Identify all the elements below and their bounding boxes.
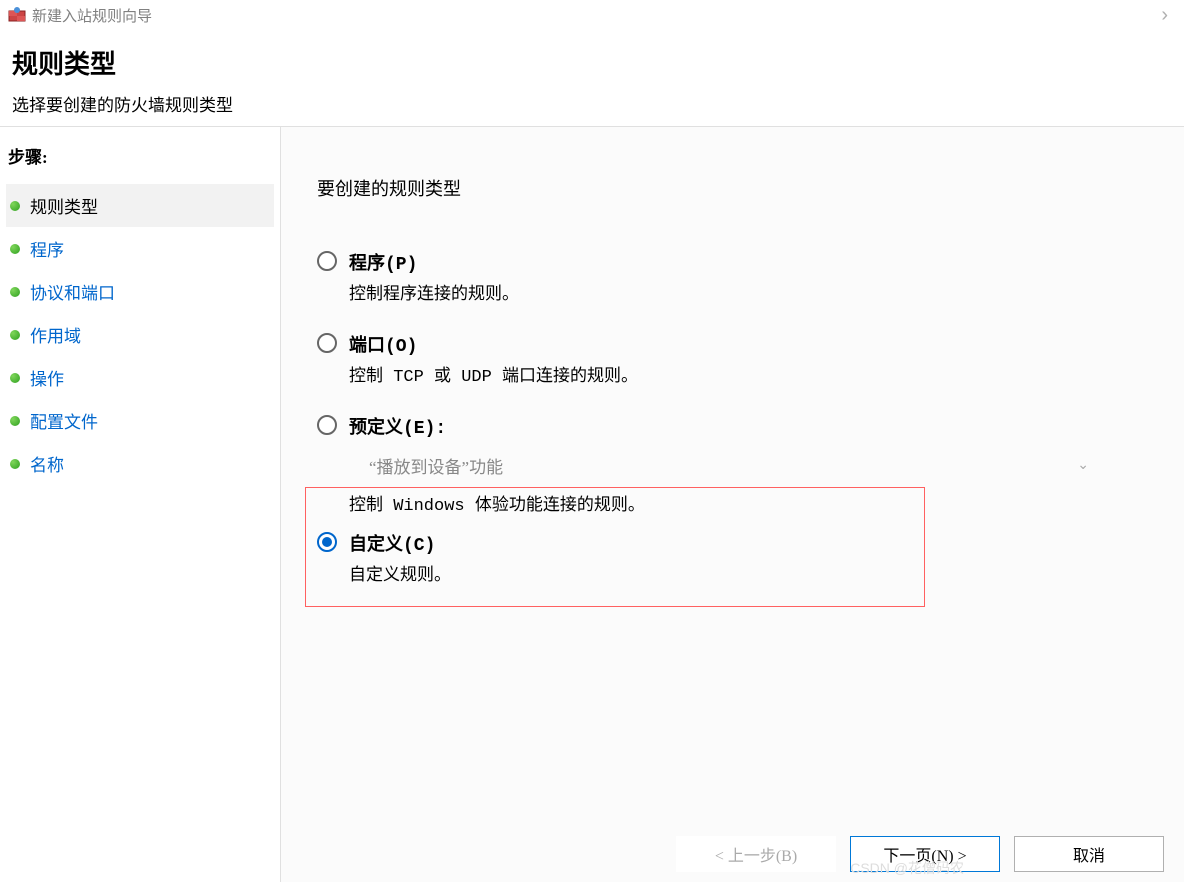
close-icon[interactable]: › (1153, 4, 1176, 27)
bullet-icon (10, 287, 20, 297)
step-program[interactable]: 程序 (6, 227, 274, 270)
step-label: 操作 (30, 365, 64, 390)
wizard-buttons: < 上一步(B) 下一页(N) > 取消 (676, 836, 1164, 872)
page-subtitle: 选择要创建的防火墙规则类型 (12, 91, 1172, 116)
header: 规则类型 选择要创建的防火墙规则类型 (0, 30, 1184, 126)
option-label: 自定义(C) (349, 530, 1148, 556)
bullet-icon (10, 330, 20, 340)
option-label: 端口(O) (349, 331, 1148, 357)
step-label: 作用域 (30, 322, 81, 347)
radio-custom[interactable] (317, 532, 337, 552)
firewall-icon (8, 6, 26, 24)
steps-sidebar: 步骤: 规则类型 程序 协议和端口 作用域 操作 配置文件 名称 (0, 127, 280, 882)
radio-predefined[interactable] (317, 415, 337, 435)
chevron-down-icon: ⌄ (1077, 457, 1089, 474)
bullet-icon (10, 416, 20, 426)
titlebar: 新建入站规则向导 › (0, 0, 1184, 30)
bullet-icon (10, 244, 20, 254)
main-heading: 要创建的规则类型 (317, 175, 1148, 201)
option-desc: 自定义规则。 (349, 560, 1148, 586)
bullet-icon (10, 459, 20, 469)
cancel-button[interactable]: 取消 (1014, 836, 1164, 872)
back-button: < 上一步(B) (676, 836, 836, 872)
option-custom[interactable]: 自定义(C) 自定义规则。 (317, 530, 1148, 586)
step-label: 协议和端口 (30, 279, 115, 304)
bullet-icon (10, 373, 20, 383)
step-label: 规则类型 (30, 193, 98, 218)
main-panel: 要创建的规则类型 程序(P) 控制程序连接的规则。 端口(O) 控制 TCP 或… (280, 127, 1184, 882)
step-profile[interactable]: 配置文件 (6, 399, 274, 442)
dropdown-value: “播放到设备”功能 (369, 453, 503, 478)
page-title: 规则类型 (12, 44, 1172, 81)
option-label: 预定义(E): (349, 413, 1148, 439)
bullet-icon (10, 201, 20, 211)
step-rule-type[interactable]: 规则类型 (6, 184, 274, 227)
step-protocol-port[interactable]: 协议和端口 (6, 270, 274, 313)
step-label: 程序 (30, 236, 64, 261)
option-predefined[interactable]: 预定义(E): “播放到设备”功能 ⌄ 控制 Windows 体验功能连接的规则… (317, 413, 1148, 516)
next-button[interactable]: 下一页(N) > (850, 836, 1000, 872)
radio-program[interactable] (317, 251, 337, 271)
step-scope[interactable]: 作用域 (6, 313, 274, 356)
steps-heading: 步骤: (8, 143, 274, 168)
window-title: 新建入站规则向导 (32, 5, 1153, 26)
step-label: 配置文件 (30, 408, 98, 433)
option-desc: 控制 TCP 或 UDP 端口连接的规则。 (349, 361, 1148, 387)
option-desc: 控制 Windows 体验功能连接的规则。 (349, 490, 1148, 516)
step-name[interactable]: 名称 (6, 442, 274, 485)
option-desc: 控制程序连接的规则。 (349, 279, 1148, 305)
predefined-dropdown[interactable]: “播放到设备”功能 ⌄ (359, 447, 1099, 484)
step-action[interactable]: 操作 (6, 356, 274, 399)
radio-port[interactable] (317, 333, 337, 353)
option-program[interactable]: 程序(P) 控制程序连接的规则。 (317, 249, 1148, 305)
option-label: 程序(P) (349, 249, 1148, 275)
option-port[interactable]: 端口(O) 控制 TCP 或 UDP 端口连接的规则。 (317, 331, 1148, 387)
step-label: 名称 (30, 451, 64, 476)
